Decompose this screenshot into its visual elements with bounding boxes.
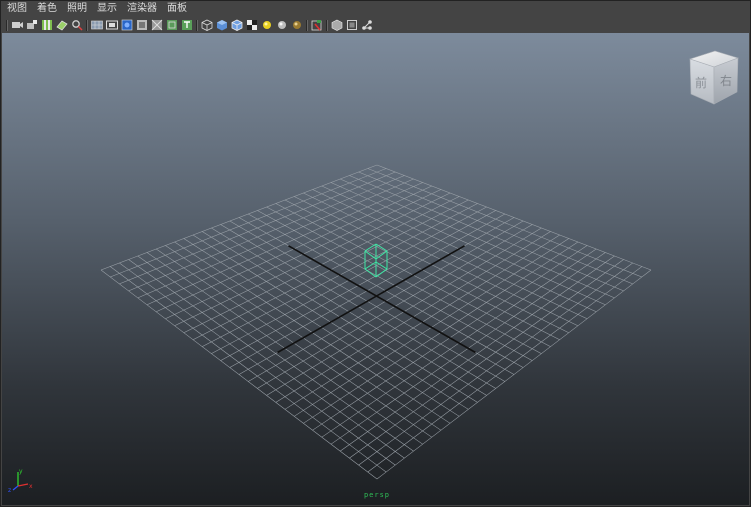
- menu-lighting[interactable]: 照明: [62, 1, 92, 17]
- screen-space-ao-icon: [292, 21, 301, 29]
- menu-show[interactable]: 显示: [92, 1, 122, 17]
- viewcube-right-label: 右: [720, 73, 732, 88]
- axis-z-label: z: [8, 487, 11, 493]
- safe-action-icon: [166, 20, 177, 30]
- panel-menu-bar: 视图 着色 照明 显示 渲染器 面板: [1, 1, 750, 17]
- isolate-select-icon: [311, 20, 321, 31]
- menu-renderer[interactable]: 渲染器: [122, 1, 162, 17]
- use-default-light-button[interactable]: [260, 19, 273, 32]
- film-gate-button[interactable]: [105, 19, 118, 32]
- select-camera-icon: [11, 22, 23, 28]
- isolate-select-button[interactable]: [310, 19, 323, 32]
- camera-attributes-button[interactable]: [25, 19, 38, 32]
- cube-edge: [364, 261, 377, 270]
- smooth-shade-icon: [216, 20, 227, 31]
- field-chart-button[interactable]: [150, 19, 163, 32]
- ground-grid: [100, 164, 652, 480]
- cube-edge: [375, 268, 388, 278]
- smooth-shade-button[interactable]: [215, 19, 228, 32]
- cube-edge: [364, 268, 377, 278]
- grid-line: [238, 352, 278, 375]
- grid-icon: [90, 20, 103, 30]
- wireframe-button[interactable]: [200, 19, 213, 32]
- toolbar-separator: [4, 19, 9, 32]
- image-plane-icon: [55, 20, 68, 31]
- viewcube-front-label: 前: [695, 75, 707, 90]
- menu-panels[interactable]: 面板: [162, 1, 192, 17]
- safe-title-button[interactable]: [180, 19, 193, 32]
- use-default-light-icon: [262, 21, 271, 29]
- xray-active-components-button[interactable]: [360, 19, 373, 32]
- scene-canvas[interactable]: [2, 33, 749, 505]
- wireframe-on-shaded-button[interactable]: [230, 19, 243, 32]
- wireframe-icon: [201, 19, 212, 31]
- cube-edge: [375, 250, 388, 260]
- camera-name-label: persp: [363, 491, 391, 499]
- two-d-pan-zoom-button[interactable]: [70, 19, 83, 32]
- axis-gizmo: y x z: [8, 468, 33, 493]
- perspective-viewport[interactable]: 前 右 y x z persp: [2, 33, 749, 505]
- menu-shading[interactable]: 着色: [32, 1, 62, 17]
- axis-x-line: [17, 483, 29, 487]
- screen-space-ao-button[interactable]: [290, 19, 303, 32]
- xray-joints-icon: [346, 20, 357, 30]
- grid-line: [475, 352, 515, 375]
- resolution-gate-icon: [121, 19, 132, 31]
- axis-y-label: y: [19, 468, 23, 475]
- textured-button[interactable]: [245, 19, 258, 32]
- axis-x-label: x: [29, 483, 33, 490]
- xray-icon: [331, 19, 342, 31]
- toolbar-separator: [84, 19, 89, 32]
- panel-toolbar: [1, 17, 750, 33]
- resolution-gate-button[interactable]: [120, 19, 133, 32]
- menu-view[interactable]: 视图: [1, 1, 32, 17]
- xray-button[interactable]: [330, 19, 343, 32]
- shadows-icon: [277, 21, 286, 29]
- shadows-button[interactable]: [275, 19, 288, 32]
- wireframe-on-shaded-icon: [231, 19, 242, 31]
- toolbar-separator: [324, 19, 329, 32]
- xray-joints-button[interactable]: [345, 19, 358, 32]
- safe-title-icon: [181, 20, 192, 30]
- bookmark-icon: [41, 20, 52, 30]
- field-chart-icon: [151, 19, 162, 31]
- film-gate-icon: [105, 20, 118, 30]
- bookmark-button[interactable]: [40, 19, 53, 32]
- viewport-panel: 视图 着色 照明 显示 渲染器 面板 前 右 y x z persp: [0, 0, 751, 507]
- safe-action-button[interactable]: [165, 19, 178, 32]
- gate-mask-button[interactable]: [135, 19, 148, 32]
- axis-z-line: [12, 485, 19, 491]
- gate-mask-icon: [136, 20, 147, 30]
- two-d-pan-zoom-icon: [71, 20, 83, 31]
- toolbar-separator: [304, 19, 309, 32]
- viewcube[interactable]: 前 右: [688, 49, 740, 107]
- xray-active-components-icon: [361, 20, 372, 30]
- grid-button[interactable]: [90, 19, 103, 32]
- image-plane-button[interactable]: [55, 19, 68, 32]
- camera-attributes-icon: [26, 20, 37, 29]
- toolbar-separator: [194, 19, 199, 32]
- textured-icon: [246, 20, 257, 30]
- cube-edge: [375, 243, 388, 252]
- select-camera-button[interactable]: [10, 19, 23, 32]
